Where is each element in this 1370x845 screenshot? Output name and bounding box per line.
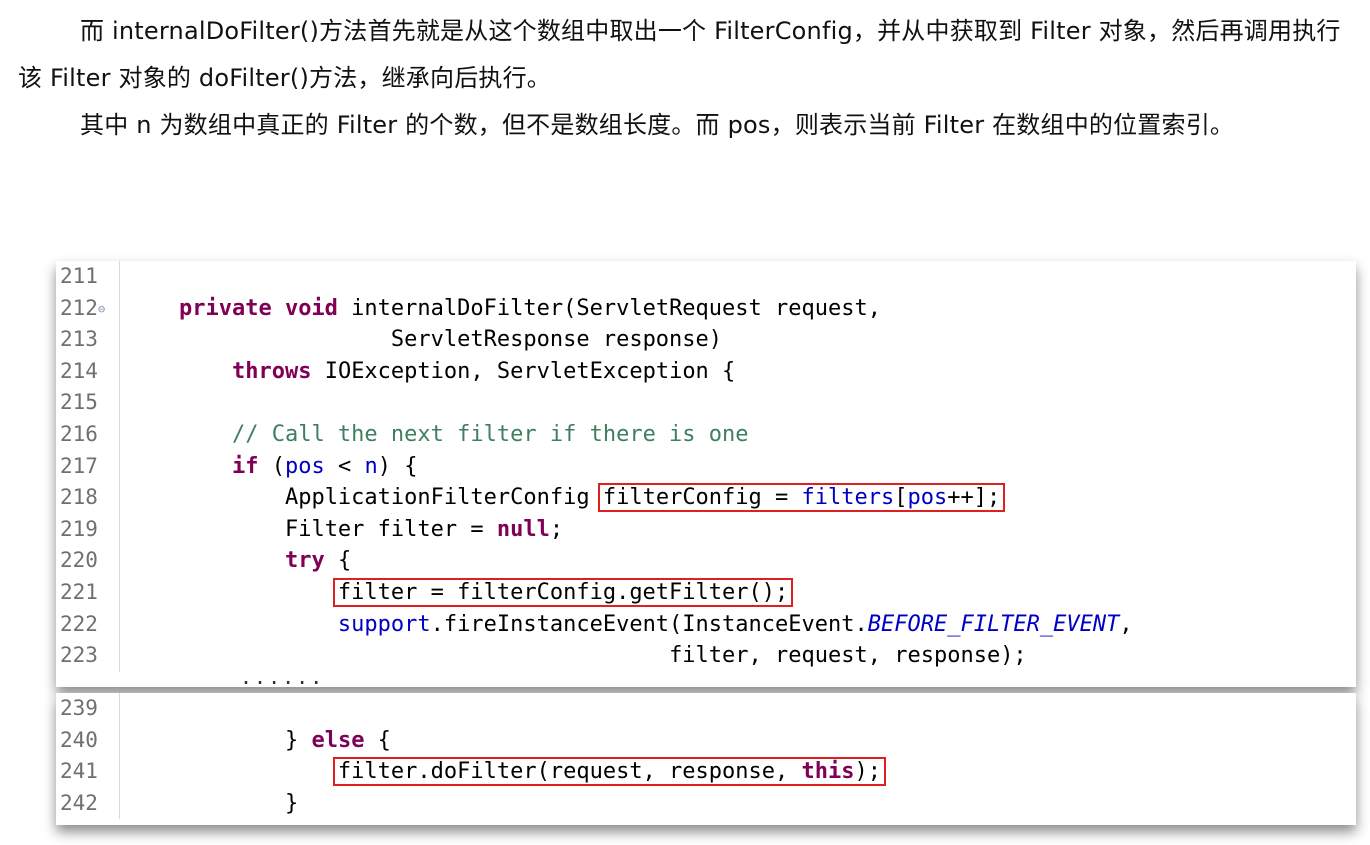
line-number: 240	[56, 724, 120, 757]
throws-clause: throws IOException, ServletException {	[231, 358, 736, 384]
code-line-218: 218 ApplicationFilterConfig filterConfig…	[56, 482, 1356, 514]
do-filter-call: filter.doFilter(request, response, this)…	[126, 756, 886, 788]
line-number: 239	[56, 693, 120, 725]
fire-instance-event-call: support.fireInstanceEvent(InstanceEvent.…	[337, 611, 1133, 637]
code-line-217: 217 if (pos < n) {	[56, 450, 1356, 483]
line-number: 222	[56, 608, 120, 641]
highlight-box-do-filter: filter.doFilter(request, response, this)…	[332, 757, 886, 787]
line-number: 216	[56, 418, 120, 451]
line-number: 213	[56, 324, 120, 356]
line-number: 242	[56, 787, 120, 820]
code-line-239: 239	[56, 693, 1356, 725]
line-number: 223	[56, 640, 120, 672]
code-line-213: 213 ServletResponse response)	[56, 324, 1356, 356]
code-line-211: 211	[56, 261, 1356, 293]
code-line-241: 241 filter.doFilter(request, response, t…	[56, 756, 1356, 788]
method-params-continued: ServletResponse response)	[390, 327, 723, 353]
paragraph-intro: 而 internalDoFilter()方法首先就是从这个数组中取出一个 Fil…	[18, 17, 1341, 92]
code-snippet-bottom: 239 240 } else { 241 filter.doFilter(req…	[56, 693, 1356, 825]
line-number: 219	[56, 513, 120, 546]
code-line-214: 214 throws IOException, ServletException…	[56, 355, 1356, 388]
code-line-216: 216 // Call the next filter if there is …	[56, 418, 1356, 451]
line-number: 241	[56, 756, 120, 788]
line-number: 212⊖	[56, 292, 120, 325]
method-signature: private void internalDoFilter(ServletReq…	[178, 295, 881, 321]
code-line-221: 221 filter = filterConfig.getFilter();	[56, 576, 1356, 609]
line-number: 221	[56, 576, 120, 609]
code-line-215: 215	[56, 387, 1356, 419]
code-line-242: 242 }	[56, 787, 1356, 820]
highlight-box-get-filter: filter = filterConfig.getFilter();	[332, 577, 794, 607]
filter-declaration: Filter filter = null;	[284, 516, 564, 542]
line-number: 211	[56, 261, 120, 293]
code-line-212: 212⊖ private void internalDoFilter(Servl…	[56, 292, 1356, 325]
highlight-box-filter-config: filterConfig = filters[pos++];	[597, 483, 1006, 513]
paragraph-explanation: 其中 n 为数组中真正的 Filter 的个数，但不是数组长度。而 pos，则表…	[80, 111, 1235, 139]
if-statement: if (pos < n) {	[231, 453, 418, 479]
code-line-240: 240 } else {	[56, 724, 1356, 757]
code-comment: // Call the next filter if there is one	[231, 421, 749, 447]
code-snippet-top: 211 212⊖ private void internalDoFilter(S…	[56, 261, 1356, 687]
line-number: 217	[56, 450, 120, 483]
try-statement: try {	[284, 548, 352, 574]
fold-collapse-icon[interactable]: ⊖	[98, 302, 105, 316]
code-ellipsis: ......	[240, 665, 325, 689]
line-number: 220	[56, 545, 120, 577]
line-number: 214	[56, 355, 120, 388]
get-filter-call: filter = filterConfig.getFilter();	[126, 577, 794, 609]
closing-brace: }	[284, 790, 299, 816]
filter-config-declaration: ApplicationFilterConfig filterConfig = f…	[126, 482, 1006, 514]
line-number: 218	[56, 482, 120, 514]
code-line-222: 222 support.fireInstanceEvent(InstanceEv…	[56, 608, 1356, 641]
line-number: 215	[56, 387, 120, 419]
code-line-219: 219 Filter filter = null;	[56, 513, 1356, 546]
code-line-220: 220 try {	[56, 545, 1356, 577]
else-branch: } else {	[284, 727, 391, 753]
